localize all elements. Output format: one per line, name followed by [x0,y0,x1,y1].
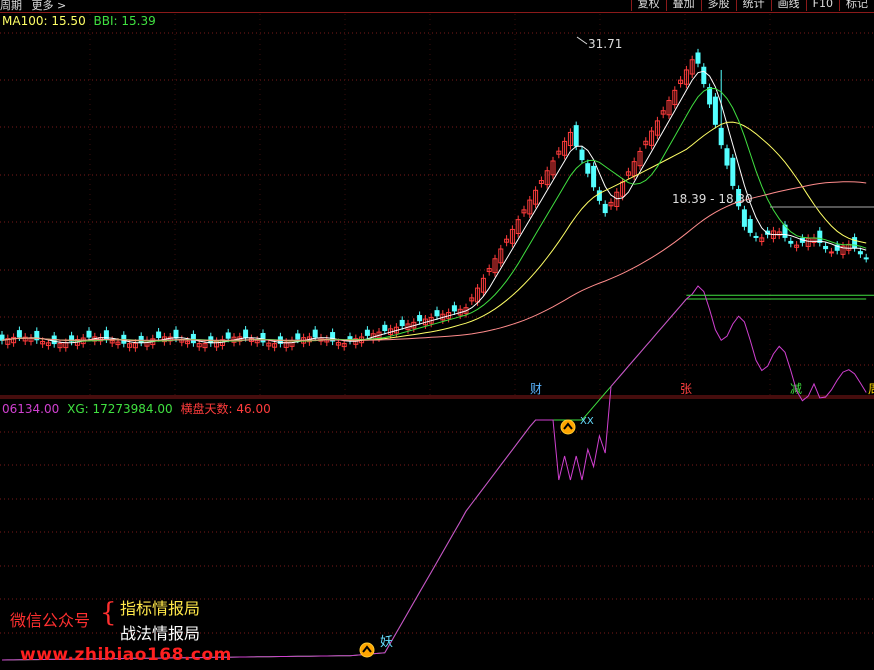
bbi-label: BBI: [93,14,118,28]
candle-body [399,319,405,327]
sideways-days-label: 横盘天数: [180,402,233,416]
candle-body [260,333,266,343]
candle-body [817,230,823,243]
ma100-value: 15.50 [51,14,86,28]
wechat-label: 微信公众号 [10,611,91,630]
candle-body [828,251,834,254]
candle-body [747,219,753,233]
xg-value: 17273984.00 [92,402,173,416]
main-legend: MA100: 15.50 BBI: 15.39 [2,14,156,28]
candle-body [712,96,718,125]
candle-body [312,329,318,338]
candle-body [0,334,5,341]
event-marker: 财 [530,382,542,396]
candle-body [243,329,249,338]
watermark-line2: 战法情报局 [120,624,201,643]
ma20-line [1,121,867,342]
candle-body [585,163,591,174]
candle-body [190,333,196,344]
event-marker: 周 [868,382,874,396]
candle-body [225,332,231,339]
candle-body [863,257,869,260]
ma100-label: MA100: [2,14,48,28]
peak-pointer [576,36,588,45]
candle-body [724,148,730,166]
candle-body [417,315,423,322]
range-label: 18.39 - 18.30 [672,192,753,206]
watermark-line1: 指标情报局 [120,599,201,618]
peak-price-label: 31.71 [588,37,622,51]
bbi-value: 15.39 [121,14,156,28]
candle-body [753,235,759,238]
bbi-line [1,87,867,342]
candle-body [364,329,370,336]
candle-body [788,240,794,244]
candle-body [579,149,585,161]
yao-label: 妖 [380,635,393,650]
sub-value-1: 06134.00 [2,402,60,416]
xg-label: XG: [67,402,89,416]
kline-chart[interactable]: 31.7118.39 - 18.30财张减周妖XX [0,0,874,670]
xx-signal-badge [560,419,576,435]
candle-body [857,251,863,255]
candle-body [434,310,440,317]
watermark-url: www.zhibiao168.com [20,645,232,665]
candle-body [823,245,829,250]
candle-body [730,157,736,186]
candle-body [156,331,162,339]
candle-body [16,330,22,338]
sideways-days-value: 46.00 [236,402,271,416]
candle-body [852,237,858,249]
yao-signal-badge [359,642,375,658]
candle-body [718,127,724,146]
event-marker: 张 [680,382,692,396]
brace: { [100,598,117,628]
ma5-line [1,70,867,344]
candle-body [295,333,301,340]
candle-body [591,165,597,188]
candle-body [741,209,747,227]
candle-body [602,203,608,214]
candle-body [451,305,457,312]
sub-legend: 06134.00 XG: 17273984.00 横盘天数: 46.00 [2,400,271,417]
candle-body [695,52,701,64]
candle-body [573,125,579,147]
xx-label: XX [580,416,594,427]
candle-body [701,66,707,85]
candle-body [173,329,179,339]
candle-body [86,330,92,338]
candle-body [382,324,388,331]
candle-body [707,87,713,105]
